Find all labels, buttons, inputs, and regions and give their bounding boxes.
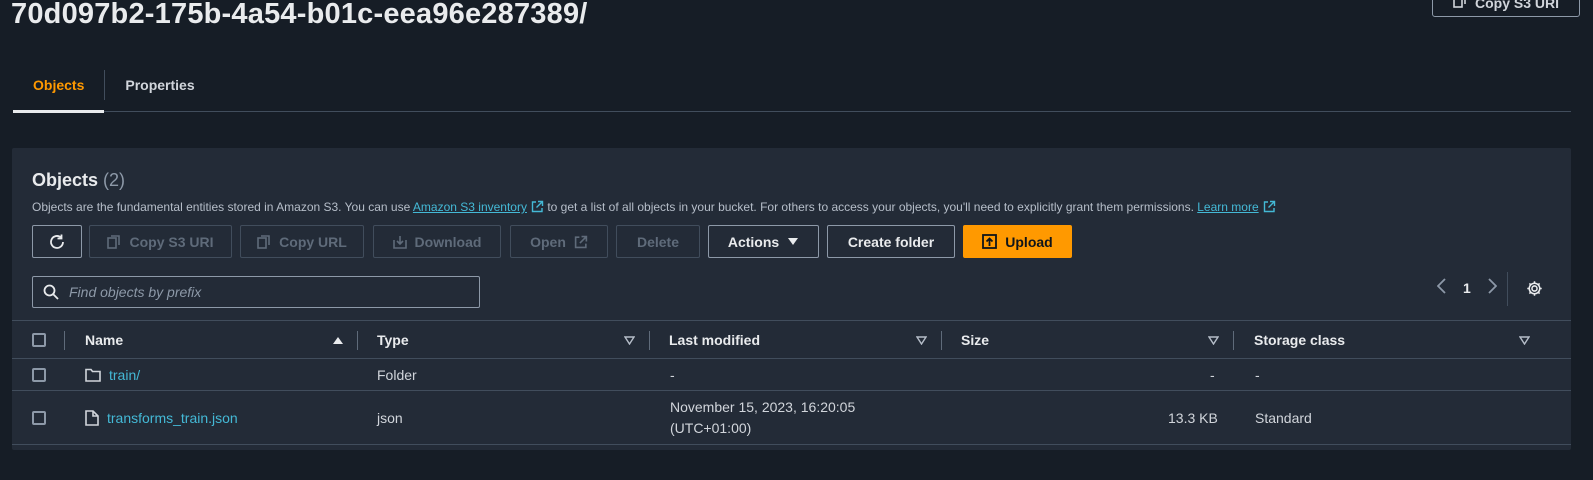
- table-preferences-button[interactable]: [1526, 280, 1543, 302]
- copy-url-label: Copy URL: [279, 233, 347, 250]
- sort-icon[interactable]: [1519, 336, 1530, 345]
- name-cell: train/: [85, 359, 140, 390]
- sort-icon[interactable]: [916, 336, 927, 345]
- external-link-icon: [1263, 200, 1275, 213]
- row-checkbox[interactable]: [32, 368, 46, 382]
- copy-icon: [1453, 0, 1467, 11]
- row-checkbox[interactable]: [32, 411, 46, 425]
- copy-s3-uri-header-label: Copy S3 URI: [1474, 0, 1559, 11]
- name-cell: transforms_train.json: [85, 391, 238, 444]
- download-button[interactable]: Download: [373, 225, 501, 258]
- column-divider: [649, 331, 650, 350]
- column-header-type[interactable]: Type: [377, 321, 409, 358]
- copy-s3-uri-button[interactable]: Copy S3 URI: [89, 225, 232, 258]
- last-modified-date: November 15, 2023, 16:20:05: [670, 398, 856, 415]
- upload-label: Upload: [1005, 233, 1053, 250]
- objects-count: (2): [103, 170, 126, 190]
- column-divider: [64, 331, 65, 350]
- copy-icon: [107, 234, 121, 249]
- sort-icon[interactable]: [624, 336, 635, 345]
- refresh-icon: [50, 234, 64, 249]
- description-prefix: Objects are the fundamental entities sto…: [32, 200, 413, 214]
- column-divider: [941, 331, 942, 350]
- copy-url-button[interactable]: Copy URL: [240, 225, 364, 258]
- column-header-last-modified[interactable]: Last modified: [669, 321, 760, 358]
- objects-heading-label: Objects: [32, 170, 99, 190]
- column-divider: [1233, 331, 1234, 350]
- column-header-size[interactable]: Size: [961, 321, 989, 358]
- storage-class-cell: Standard: [1255, 409, 1312, 426]
- s3-inventory-link[interactable]: Amazon S3 inventory: [413, 200, 527, 214]
- select-all-checkbox[interactable]: [32, 333, 46, 347]
- refresh-button[interactable]: [32, 225, 82, 258]
- copy-s3-uri-label: Copy S3 URI: [129, 233, 214, 250]
- type-cell: json: [377, 409, 403, 426]
- pagination-divider: [1507, 272, 1508, 306]
- delete-button[interactable]: Delete: [616, 225, 700, 258]
- learn-more-link[interactable]: Learn more: [1197, 200, 1258, 214]
- sort-icon[interactable]: [1208, 336, 1219, 345]
- tab-bar: Objects Properties: [13, 58, 1571, 113]
- gear-icon: [1527, 281, 1542, 296]
- s3-inventory-link-label: Amazon S3 inventory: [412, 200, 527, 214]
- objects-table: Name Type Last modified Size Storage cla…: [12, 320, 1571, 445]
- actions-dropdown[interactable]: Actions: [708, 225, 819, 258]
- open-button[interactable]: Open: [510, 225, 608, 258]
- create-folder-label: Create folder: [847, 233, 935, 250]
- download-icon: [392, 235, 407, 249]
- open-label: Open: [530, 233, 566, 250]
- folder-icon: [85, 368, 101, 382]
- type-cell: Folder: [377, 366, 417, 383]
- caret-down-icon: [788, 238, 799, 245]
- column-header-name[interactable]: Name: [85, 321, 123, 358]
- search-input[interactable]: [69, 284, 449, 300]
- next-page-button[interactable]: [1487, 278, 1498, 297]
- search-icon: [43, 284, 59, 300]
- tab-objects[interactable]: Objects: [13, 58, 105, 113]
- objects-description: Objects are the fundamental entities sto…: [32, 200, 1276, 214]
- storage-class-cell: -: [1255, 366, 1260, 383]
- upload-icon: [982, 234, 998, 249]
- copy-icon: [257, 234, 270, 249]
- copy-s3-uri-header-button[interactable]: Copy S3 URI: [1432, 0, 1580, 17]
- tab-properties[interactable]: Properties: [105, 58, 214, 112]
- objects-heading: Objects (2): [32, 170, 125, 191]
- table-header: Name Type Last modified Size Storage cla…: [12, 320, 1571, 359]
- search-box: [32, 276, 480, 308]
- file-icon: [85, 409, 99, 426]
- table-row[interactable]: transforms_train.json json November 15, …: [12, 391, 1571, 445]
- previous-page-button[interactable]: [1436, 278, 1447, 297]
- s3-folder-page: 70d097b2-175b-4a54-b01c-eea96e287389/ Co…: [0, 0, 1593, 480]
- column-header-storage-class[interactable]: Storage class: [1254, 321, 1345, 358]
- external-link-icon: [574, 235, 588, 248]
- actions-label: Actions: [727, 233, 780, 250]
- page-number-current[interactable]: 1: [1463, 280, 1471, 296]
- last-modified-cell: November 15, 2023, 16:20:05 (UTC+01:00): [670, 391, 855, 444]
- table-row[interactable]: train/ Folder - - -: [12, 359, 1571, 391]
- learn-more-link-label: Learn more: [1197, 200, 1259, 214]
- chevron-left-icon: [1436, 278, 1446, 294]
- column-divider: [357, 331, 358, 350]
- page-title: 70d097b2-175b-4a54-b01c-eea96e287389/: [11, 0, 588, 30]
- size-cell: -: [1210, 366, 1215, 383]
- size-cell: 13.3 KB: [1168, 409, 1218, 426]
- delete-label: Delete: [636, 233, 680, 250]
- objects-panel: Objects (2) Objects are the fundamental …: [12, 148, 1571, 450]
- object-link[interactable]: transforms_train.json: [107, 410, 238, 426]
- object-link[interactable]: train/: [109, 367, 140, 383]
- create-folder-button[interactable]: Create folder: [827, 225, 955, 258]
- chevron-right-icon: [1488, 278, 1498, 294]
- last-modified-timezone: (UTC+01:00): [670, 419, 752, 436]
- upload-button[interactable]: Upload: [963, 225, 1072, 258]
- external-link-icon: [531, 200, 544, 213]
- last-modified-cell: -: [670, 366, 675, 383]
- description-middle: to get a list of all objects in your buc…: [543, 200, 1198, 214]
- download-label: Download: [414, 233, 482, 250]
- pagination: 1: [1436, 278, 1498, 297]
- sort-ascending-icon[interactable]: [332, 336, 344, 345]
